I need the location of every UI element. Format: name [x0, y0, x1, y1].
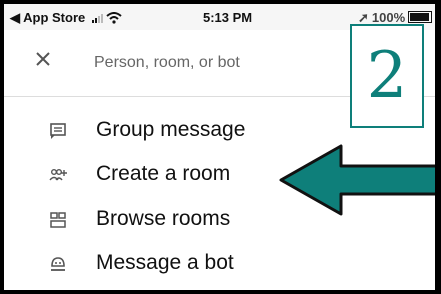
menu-label-create-room: Create a room	[96, 162, 231, 185]
bot-icon	[51, 257, 65, 271]
step-number: 2	[366, 39, 408, 113]
menu-label-browse-rooms: Browse rooms	[96, 207, 231, 230]
grid-icon	[50, 212, 66, 228]
close-icon[interactable]	[34, 50, 52, 68]
menu-label-group-message: Group message	[96, 118, 246, 141]
wifi-icon	[106, 12, 122, 24]
pointer-arrow-icon	[279, 144, 435, 216]
signal-icon	[92, 13, 104, 23]
back-to-app-store[interactable]: ◀ App Store	[10, 10, 122, 26]
add-people-icon	[49, 169, 67, 181]
screenshot-frame: ◀ App Store 5:13 PM ➚ 100% Person, room,…	[4, 4, 435, 290]
chat-icon	[50, 123, 66, 139]
battery-icon	[408, 11, 433, 23]
status-time: 5:13 PM	[203, 10, 253, 25]
back-app-label: ◀ App Store	[10, 10, 86, 25]
step-number-badge: 2	[350, 24, 424, 128]
search-input[interactable]: Person, room, or bot	[94, 54, 240, 72]
menu-item-message-bot[interactable]: Message a bot	[4, 244, 435, 284]
menu-label-message-bot: Message a bot	[96, 251, 234, 274]
